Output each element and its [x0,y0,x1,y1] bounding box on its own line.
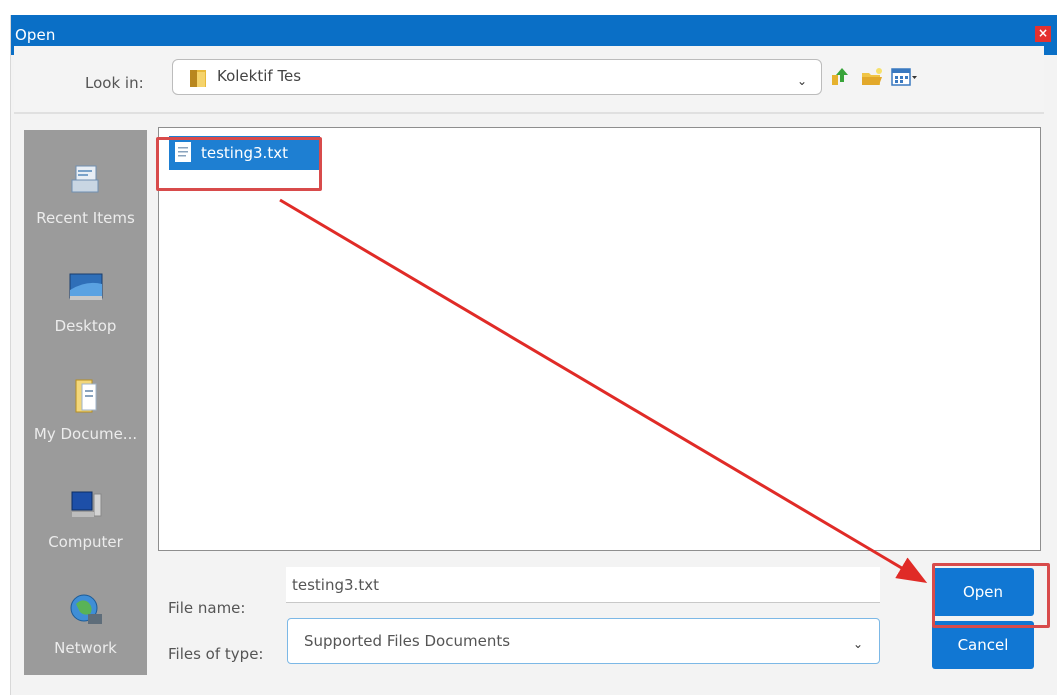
look-in-label: Look in: [85,74,144,92]
place-computer[interactable]: Computer [24,486,147,586]
place-label: Network [54,639,117,657]
chevron-down-icon[interactable]: ⌄ [853,637,863,651]
file-highlight-box [156,137,322,191]
place-label: Desktop [54,317,117,335]
place-my-documents[interactable]: My Docume... [24,378,147,478]
place-network[interactable]: Network [24,592,147,692]
create-new-folder-icon[interactable] [860,65,884,89]
file-type-value: Supported Files Documents [304,632,511,650]
close-icon[interactable]: × [1035,26,1051,42]
places-sidebar: Recent Items Desktop My Docume... Comput… [24,130,147,675]
look-in-bar: Look in: Kolektif Tes ⌄ [14,46,1044,114]
view-menu-icon[interactable] [890,65,918,89]
place-recent-items[interactable]: Recent Items [24,162,147,262]
place-desktop[interactable]: Desktop [24,270,147,370]
up-one-level-icon[interactable] [828,65,852,89]
computer-icon [71,491,102,517]
place-label: Computer [48,533,123,551]
folder-icon [190,70,206,87]
network-icon [70,594,102,624]
file-type-label: Files of type: [168,645,264,663]
recent-items-icon [71,165,99,193]
file-type-select[interactable]: Supported Files Documents ⌄ [287,618,880,664]
dialog-title: Open [15,26,56,44]
open-highlight-box [932,563,1050,628]
place-label: Recent Items [36,209,135,227]
desktop-icon [69,273,103,300]
my-documents-icon [75,379,97,413]
look-in-combo[interactable]: Kolektif Tes ⌄ [172,59,822,95]
file-name-label: File name: [168,599,246,617]
place-label: My Docume... [33,425,138,443]
cancel-button[interactable]: Cancel [932,621,1034,669]
look-in-value: Kolektif Tes [217,67,302,85]
chevron-down-icon[interactable]: ⌄ [797,74,807,88]
file-name-input[interactable] [286,567,880,603]
